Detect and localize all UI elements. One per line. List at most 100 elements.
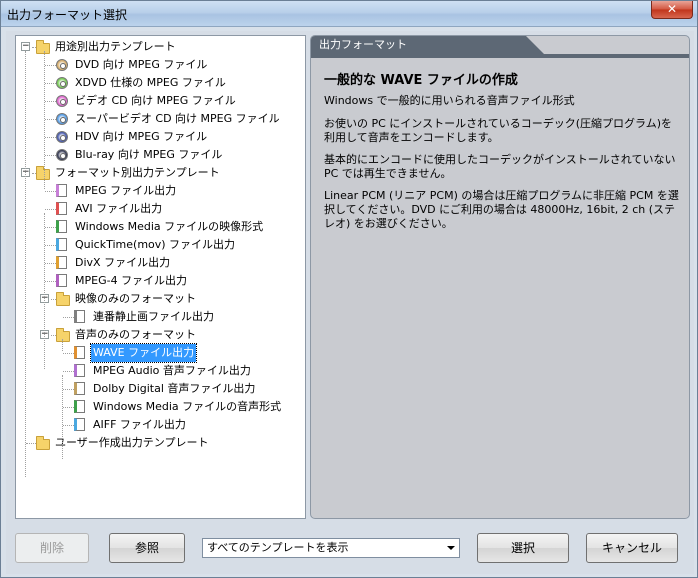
tree-connector: [62, 339, 63, 351]
tree-folder[interactable]: 映像のみのフォーマット: [73, 290, 198, 308]
tree-connector: [44, 213, 45, 369]
tree-item[interactable]: MPEG-4 ファイル出力: [73, 272, 189, 290]
tree-item-label: ユーザー作成出力テンプレート: [55, 436, 209, 449]
tree-item[interactable]: DivX ファイル出力: [73, 254, 172, 272]
tree-connector: [45, 83, 56, 84]
close-button[interactable]: ✕: [651, 1, 693, 19]
tree-item[interactable]: MPEG ファイル出力: [73, 182, 178, 200]
delete-button[interactable]: 削除: [15, 533, 89, 563]
button-bar: 削除 参照 すべてのテンプレートを表示 選択 キャンセル: [6, 523, 694, 574]
disc-icon: [56, 59, 68, 71]
tree-item-label: フォーマット別出力テンプレート: [55, 166, 220, 179]
folder-icon: [36, 166, 50, 180]
tree-connector: [63, 407, 74, 408]
tree-item[interactable]: Blu-ray 向け MPEG ファイル: [73, 146, 224, 164]
tree-item-label: MPEG ファイル出力: [75, 184, 177, 197]
tree-folder[interactable]: ユーザー作成出力テンプレート: [53, 434, 210, 452]
tree-item-label: WAVE ファイル出力: [89, 343, 198, 363]
tree-connector: [45, 227, 56, 228]
tree-connector: [63, 425, 74, 426]
disc-icon: [56, 113, 68, 125]
format-description-4: Linear PCM (リニア PCM) の場合は圧縮プログラムに非圧縮 PCM…: [324, 189, 679, 230]
format-description-3: 基本的にエンコードに使用したコーデックがインストールされていない PC では再生…: [324, 153, 676, 180]
tree-item-label: 音声のみのフォーマット: [75, 328, 196, 341]
folder-icon: [36, 436, 50, 450]
tree-item-label: スーパービデオ CD 向け MPEG ファイル: [75, 112, 280, 125]
tree-folder[interactable]: フォーマット別出力テンプレート: [53, 164, 222, 182]
tree-connector: [45, 191, 56, 192]
cancel-button[interactable]: キャンセル: [586, 533, 678, 563]
tree-item[interactable]: HDV 向け MPEG ファイル: [73, 128, 209, 146]
select-button[interactable]: 選択: [477, 533, 569, 563]
format-description-1: Windows で一般的に用いられる音声ファイル形式: [324, 94, 575, 107]
tree-item[interactable]: QuickTime(mov) ファイル出力: [73, 236, 237, 254]
tree-item[interactable]: WAVE ファイル出力: [89, 343, 198, 363]
file-icon: [74, 364, 85, 377]
tree-item[interactable]: AVI ファイル出力: [73, 200, 164, 218]
tree-connector: [45, 101, 56, 102]
file-icon: [74, 382, 85, 395]
tree-connector: [25, 51, 26, 477]
tree-item[interactable]: MPEG Audio 音声ファイル出力: [91, 362, 253, 380]
tree-item-label: 映像のみのフォーマット: [75, 292, 196, 305]
tree-folder[interactable]: 音声のみのフォーマット: [73, 326, 198, 344]
tree-item[interactable]: Dolby Digital 音声ファイル出力: [91, 380, 257, 398]
browse-button[interactable]: 参照: [109, 533, 185, 563]
file-icon: [56, 256, 67, 269]
tree-connector: [63, 317, 74, 318]
tree-connector: [45, 245, 56, 246]
info-header: 出力フォーマット: [311, 36, 544, 54]
tree-item-label: DivX ファイル出力: [75, 256, 171, 269]
tree-connector: [45, 281, 56, 282]
tree-expander-icon[interactable]: −: [21, 42, 30, 51]
folder-icon: [56, 292, 70, 306]
template-filter-select[interactable]: すべてのテンプレートを表示: [202, 538, 460, 558]
tree-item-label: Blu-ray 向け MPEG ファイル: [75, 148, 223, 161]
file-icon: [56, 220, 67, 233]
file-icon: [56, 238, 67, 251]
dialog-body: − 用途別出力テンプレート DVD 向け MPEG ファイル XDVD 仕様の MPE…: [6, 31, 694, 574]
tree-item[interactable]: XDVD 仕様の MPEG ファイル: [73, 74, 228, 92]
tree-item[interactable]: DVD 向け MPEG ファイル: [73, 56, 209, 74]
file-icon: [56, 184, 67, 197]
disc-icon: [56, 149, 68, 161]
tree-item-label: MPEG Audio 音声ファイル出力: [93, 364, 251, 377]
tree-item-label: ビデオ CD 向け MPEG ファイル: [75, 94, 236, 107]
file-icon: [74, 310, 85, 323]
tree-item[interactable]: Windows Media ファイルの映像形式: [73, 218, 265, 236]
tree-item-label: Windows Media ファイルの映像形式: [75, 220, 264, 233]
file-icon: [56, 274, 67, 287]
tree-connector: [63, 353, 74, 354]
disc-icon: [56, 131, 68, 143]
tree-item[interactable]: Windows Media ファイルの音声形式: [91, 398, 283, 416]
tree-item-label: Dolby Digital 音声ファイル出力: [93, 382, 256, 395]
format-info-panel: 出力フォーマット 一般的な WAVE ファイルの作成 Windows で一般的に…: [310, 35, 690, 519]
tree-item[interactable]: 連番静止画ファイル出力: [91, 308, 216, 326]
info-header-strip: [311, 54, 689, 58]
tree-item-label: DVD 向け MPEG ファイル: [75, 58, 208, 71]
format-description-2: お使いの PC にインストールされているコーデック(圧縮プログラム)を利用して音…: [324, 117, 673, 144]
format-title: 一般的な WAVE ファイルの作成: [324, 73, 518, 88]
template-filter-value: すべてのテンプレートを表示: [207, 541, 349, 554]
tree-item-label: AIFF ファイル出力: [93, 418, 186, 431]
tree-item-label: QuickTime(mov) ファイル出力: [75, 238, 236, 251]
tree-item-label: AVI ファイル出力: [75, 202, 163, 215]
tree-item[interactable]: スーパービデオ CD 向け MPEG ファイル: [73, 110, 282, 128]
chevron-down-icon: [447, 546, 455, 550]
tree-connector: [45, 119, 56, 120]
window-title: 出力フォーマット選択: [7, 8, 128, 22]
file-icon: [74, 346, 85, 359]
tree-connector: [44, 51, 45, 189]
tree-item[interactable]: AIFF ファイル出力: [91, 416, 188, 434]
tree-item[interactable]: ビデオ CD 向け MPEG ファイル: [73, 92, 238, 110]
tree-folder[interactable]: 用途別出力テンプレート: [53, 38, 178, 56]
disc-icon: [56, 95, 68, 107]
tree-item-label: Windows Media ファイルの音声形式: [93, 400, 282, 413]
title-bar: 出力フォーマット選択 ✕: [1, 1, 697, 27]
template-tree[interactable]: − 用途別出力テンプレート DVD 向け MPEG ファイル XDVD 仕様の MPE…: [15, 35, 306, 519]
tree-connector: [45, 209, 56, 210]
output-format-dialog: 出力フォーマット選択 ✕ − 用途別出力テンプレート DVD 向け MPEG ファイ…: [0, 0, 698, 578]
tree-connector: [45, 65, 56, 66]
file-icon: [74, 400, 85, 413]
tree-connector: [45, 137, 56, 138]
